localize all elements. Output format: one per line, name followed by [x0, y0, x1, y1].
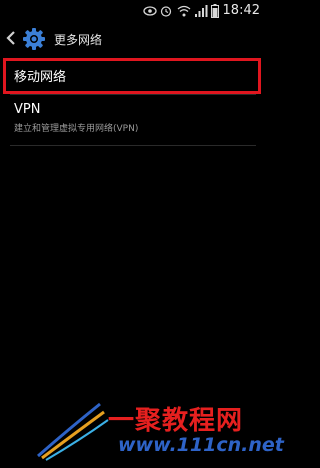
- divider: [10, 145, 256, 146]
- mobile-network-item[interactable]: 移动网络: [0, 58, 266, 94]
- alarm-icon: [160, 3, 172, 19]
- vpn-subtitle: 建立和管理虚拟专用网络(VPN): [14, 124, 139, 134]
- vpn-item[interactable]: VPN 建立和管理虚拟专用网络(VPN): [0, 98, 266, 146]
- page-title: 更多网络: [54, 33, 103, 47]
- watermark: 一聚教程网 www.111cn.net: [0, 398, 284, 468]
- divider: [10, 94, 256, 95]
- action-bar: 更多网络: [0, 22, 266, 56]
- gear-icon[interactable]: [22, 27, 46, 51]
- mobile-network-label: 移动网络: [14, 70, 67, 85]
- battery-icon: [210, 3, 220, 19]
- status-time: 18:42: [222, 3, 260, 18]
- wifi-icon: [177, 3, 191, 19]
- status-bar: 18:42: [0, 0, 266, 22]
- watermark-url: www.111cn.net: [118, 434, 284, 456]
- signal-icon: [194, 3, 208, 19]
- vpn-title: VPN: [14, 102, 41, 117]
- chevron-left-icon[interactable]: [6, 30, 20, 48]
- eye-icon: [143, 3, 157, 19]
- watermark-text: 一聚教程网: [108, 406, 244, 436]
- watermark-logo-icon: [37, 402, 109, 461]
